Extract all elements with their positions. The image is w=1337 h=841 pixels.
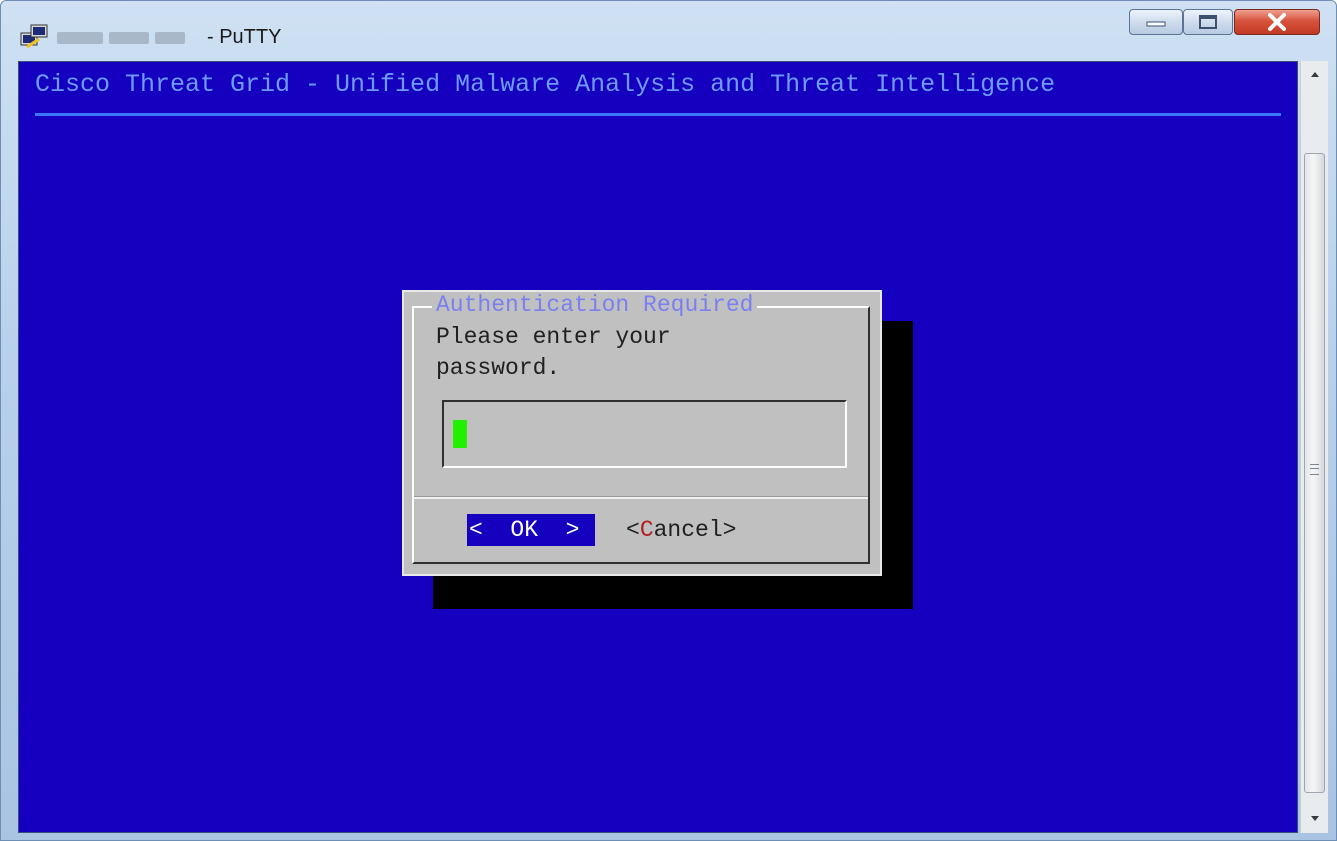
minimize-icon: [1146, 21, 1166, 27]
maximize-button[interactable]: [1183, 9, 1233, 35]
dialog-divider: [414, 496, 868, 499]
scroll-grip-icon: [1310, 464, 1319, 475]
password-input[interactable]: [442, 400, 847, 468]
text-cursor: [453, 420, 467, 448]
scroll-up-button[interactable]: [1301, 61, 1328, 87]
cancel-open-bracket: <: [626, 517, 640, 543]
putty-window: - PuTTY Cisco Threat Grid - Unified Malw…: [0, 0, 1337, 841]
cancel-hotkey: C: [639, 517, 654, 543]
ok-button[interactable]: < OK >: [467, 514, 595, 546]
title-bar[interactable]: - PuTTY: [1, 1, 1336, 61]
maximize-icon: [1199, 15, 1217, 29]
close-icon: [1268, 13, 1286, 31]
terminal-header-rule: [35, 113, 1281, 116]
scroll-down-arrow-icon: [1310, 816, 1319, 821]
cancel-button[interactable]: <Cancel>: [626, 514, 736, 546]
vertical-scrollbar[interactable]: [1300, 61, 1328, 833]
putty-icon: [20, 24, 48, 49]
window-title: - PuTTY: [207, 26, 282, 48]
close-button[interactable]: [1234, 9, 1320, 35]
auth-dialog: Authentication Required Please enter you…: [402, 290, 882, 576]
dialog-title: Authentication Required: [432, 292, 758, 318]
terminal-header-text: Cisco Threat Grid - Unified Malware Anal…: [35, 70, 1056, 99]
scroll-thumb[interactable]: [1304, 153, 1325, 793]
dialog-message: Please enter your password.: [436, 324, 671, 381]
cancel-label-rest: ancel>: [653, 517, 737, 543]
title-redacted-host: [57, 32, 197, 44]
scroll-down-button[interactable]: [1301, 806, 1328, 832]
scroll-up-arrow-icon: [1310, 72, 1319, 77]
minimize-button[interactable]: [1129, 9, 1183, 35]
